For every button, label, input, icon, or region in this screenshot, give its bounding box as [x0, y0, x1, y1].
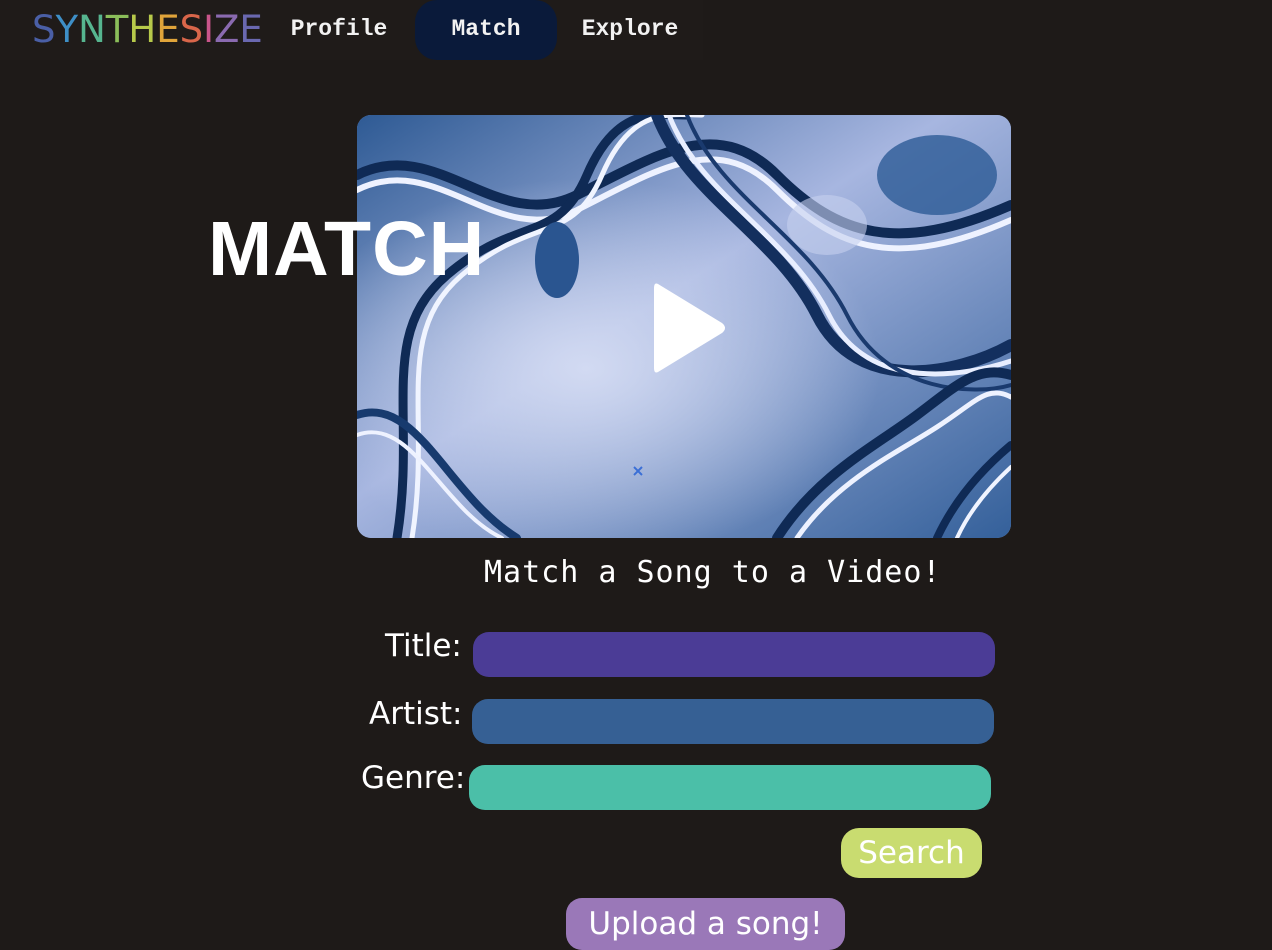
play-icon[interactable]: [650, 278, 730, 378]
logo-letter: H: [128, 8, 157, 51]
search-button[interactable]: Search: [841, 828, 982, 878]
logo-letter: T: [105, 8, 129, 51]
genre-input[interactable]: [469, 765, 991, 810]
artist-input[interactable]: [472, 699, 994, 744]
title-input[interactable]: [473, 632, 995, 677]
genre-label: Genre:: [361, 760, 466, 796]
logo-letter: N: [78, 8, 106, 51]
nav-match-link[interactable]: Match: [415, 0, 557, 60]
page-heading: MATCH: [208, 206, 486, 292]
upload-song-button[interactable]: Upload a song!: [566, 898, 845, 950]
title-label: Title:: [385, 628, 462, 664]
nav-explore-link[interactable]: Explore: [560, 0, 700, 60]
logo-letter: S: [32, 8, 56, 51]
logo-letter: Y: [55, 8, 79, 51]
logo-letter: E: [156, 8, 180, 51]
artist-label: Artist:: [369, 696, 463, 732]
logo-letter: I: [203, 8, 215, 51]
page-subtitle: Match a Song to a Video!: [484, 555, 942, 590]
nav-profile-link[interactable]: Profile: [268, 0, 410, 60]
synthesize-logo[interactable]: SYNTHESIZE: [32, 8, 263, 51]
top-nav: SYNTHESIZE Profile Match Explore: [0, 0, 703, 60]
logo-letter: Z: [214, 8, 240, 51]
close-icon[interactable]: [631, 464, 645, 478]
logo-letter: S: [179, 8, 204, 51]
logo-letter: E: [239, 8, 263, 51]
match-page: SYNTHESIZE Profile Match Explore MATCH M…: [0, 0, 1272, 950]
